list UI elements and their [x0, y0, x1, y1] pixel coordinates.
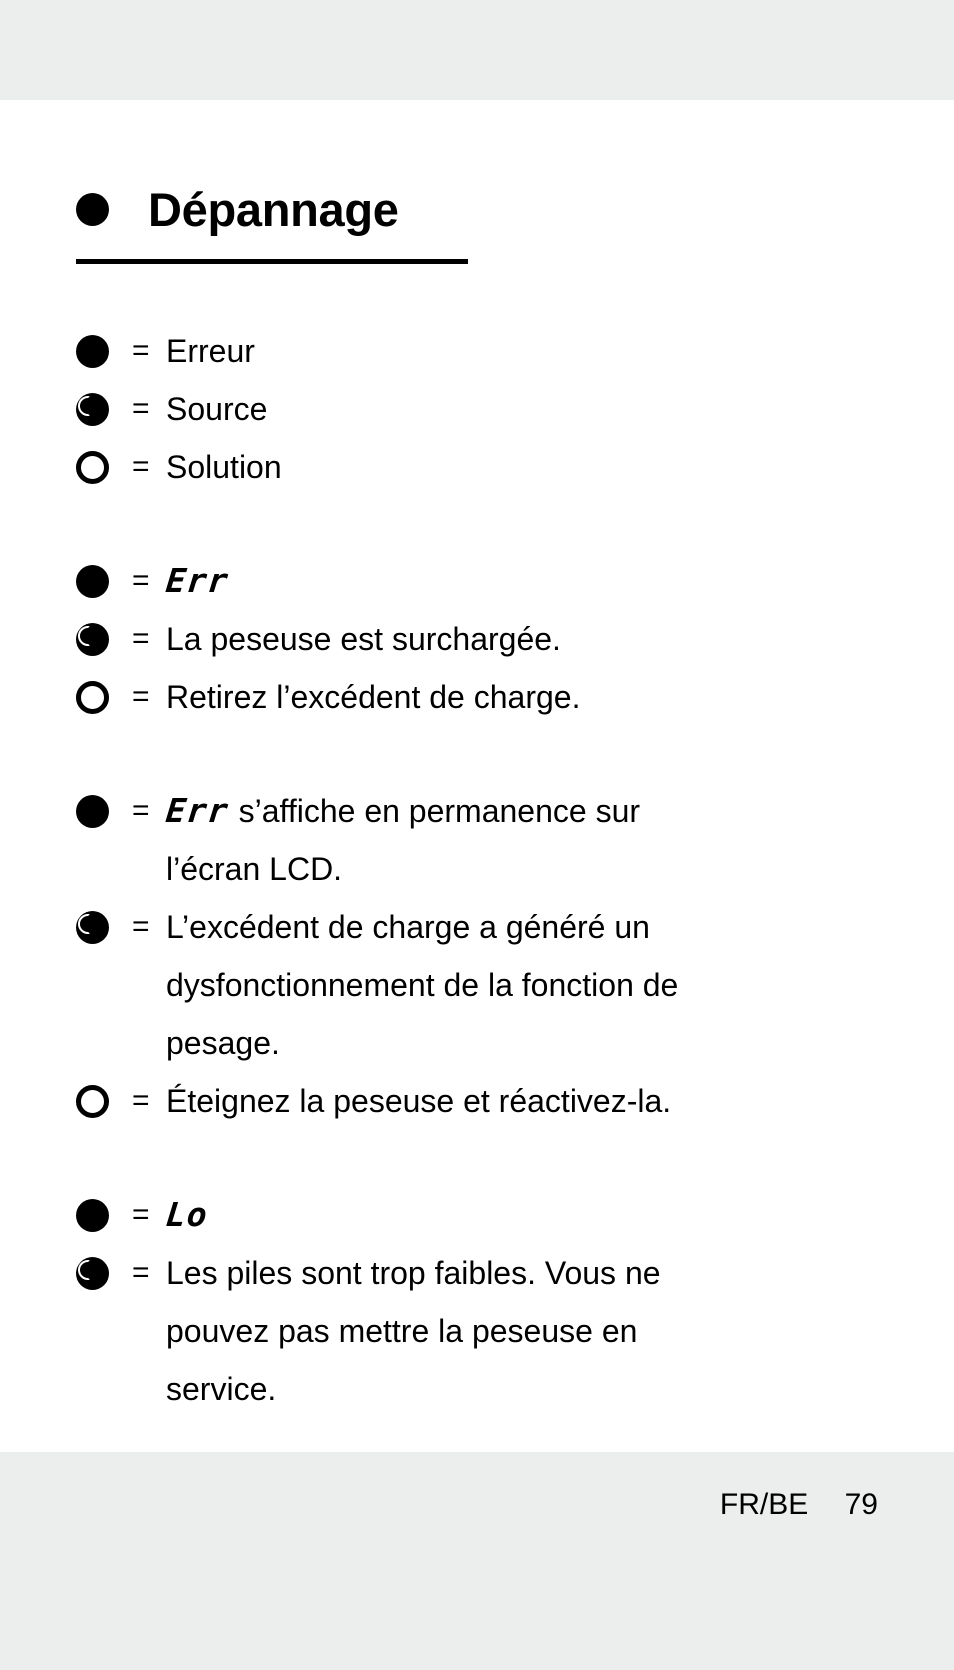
entry-text: Retirez l’excédent de charge. [166, 679, 581, 715]
entry-marker [76, 668, 132, 726]
entry-text: Err s’affiche en permanence sur [164, 782, 886, 840]
entry-marker [76, 1072, 132, 1130]
legend-marker [76, 380, 132, 438]
entry-marker [76, 898, 132, 956]
legend-marker [76, 322, 132, 380]
equals-sign: = [132, 1256, 150, 1289]
entry-text: Err [164, 552, 886, 610]
legend-label-source: Source [166, 391, 268, 427]
filled-circle-icon [76, 564, 109, 598]
lcd-display-text: Err [164, 561, 231, 600]
equals-sign: = [132, 680, 150, 713]
equals-sign: = [132, 1198, 150, 1231]
moon-circle-icon [76, 392, 109, 426]
entry-marker [76, 1186, 132, 1244]
equals-sign: = [132, 910, 150, 943]
entry-continuation-line: pouvez pas mettre la peseuse en [166, 1313, 638, 1349]
legend-item-erreur: = Erreur [76, 322, 886, 380]
page-footer: FR/BE 79 [0, 1488, 954, 1522]
filled-circle-icon [76, 1198, 109, 1232]
equals-sign: = [132, 450, 150, 483]
legend-label-solution: Solution [166, 449, 282, 485]
equals-sign: = [132, 564, 150, 597]
equals-sign: = [132, 392, 150, 425]
equals-sign: = [132, 622, 150, 655]
entry-marker [76, 1244, 132, 1302]
entry-marker [76, 610, 132, 668]
footer-locale: FR/BE [719, 1488, 809, 1521]
troubleshooting-block-lo-battery: = Lo = Les piles sont trop faibles. Vous… [76, 1186, 886, 1418]
entry-continuation-line: dysfonctionnement de la fonction de [166, 967, 679, 1003]
moon-circle-icon [76, 1256, 109, 1290]
entry-row-error: = Err s’affiche en permanence sur [76, 782, 886, 840]
entry-row-source: = L’excédent de charge a généré un [76, 898, 886, 956]
equals-sign: = [132, 334, 150, 367]
entry-row-solution: = Retirez l’excédent de charge. [76, 668, 886, 726]
entry-row-solution: = Éteignez la peseuse et réactivez-la. [76, 1072, 886, 1130]
legend-item-solution: = Solution [76, 438, 886, 496]
entry-text: La peseuse est surchargée. [166, 621, 561, 657]
footer-page-number: 79 [844, 1488, 878, 1521]
entry-text: Éteignez la peseuse et réactivez-la. [166, 1083, 672, 1119]
page-top-band [0, 0, 954, 100]
entry-continuation-line: l’écran LCD. [166, 851, 343, 887]
entry-text: Les piles sont trop faibles. Vous ne [166, 1255, 661, 1291]
filled-circle-icon [76, 334, 109, 368]
page-bottom-band [0, 1452, 954, 1670]
legend-list: = Erreur = Source = Solution [76, 322, 886, 496]
hollow-circle-icon [76, 680, 109, 714]
filled-circle-icon [76, 794, 109, 828]
entry-row-error: = Lo [76, 1186, 886, 1244]
entry-text: Lo [164, 1186, 886, 1244]
entry-row-source: = Les piles sont trop faibles. Vous ne [76, 1244, 886, 1302]
page-title-row: Dépannage [76, 100, 886, 240]
moon-circle-icon [76, 622, 109, 656]
hollow-circle-icon [76, 1084, 109, 1118]
page-title: Dépannage [148, 182, 399, 236]
legend-item-source: = Source [76, 380, 886, 438]
entry-continuation-line: service. [166, 1371, 277, 1407]
entry-text: L’excédent de charge a généré un [166, 909, 650, 945]
moon-circle-icon [76, 910, 109, 944]
entry-row-source: = La peseuse est surchargée. [76, 610, 886, 668]
filled-circle-icon [76, 192, 109, 226]
entry-continuation-line: pesage. [166, 1025, 280, 1061]
troubleshooting-block-err-overload: = Err = La peseuse est surchargée. = Ret… [76, 552, 886, 726]
entry-marker [76, 552, 132, 610]
legend-marker [76, 438, 132, 496]
page-content: Dépannage = Erreur = Source = Solution =… [76, 100, 886, 1418]
hollow-circle-icon [76, 450, 109, 484]
lcd-display-text: Err [164, 791, 231, 830]
lcd-display-text: Lo [164, 1195, 210, 1234]
equals-sign: = [132, 1084, 150, 1117]
entry-text-rest: s’affiche en permanence sur [238, 793, 641, 829]
entry-marker [76, 782, 132, 840]
legend-label-erreur: Erreur [166, 333, 255, 369]
troubleshooting-block-err-permanent: = Err s’affiche en permanence sur l’écran… [76, 782, 886, 1130]
equals-sign: = [132, 794, 150, 827]
entry-row-error: = Err [76, 552, 886, 610]
